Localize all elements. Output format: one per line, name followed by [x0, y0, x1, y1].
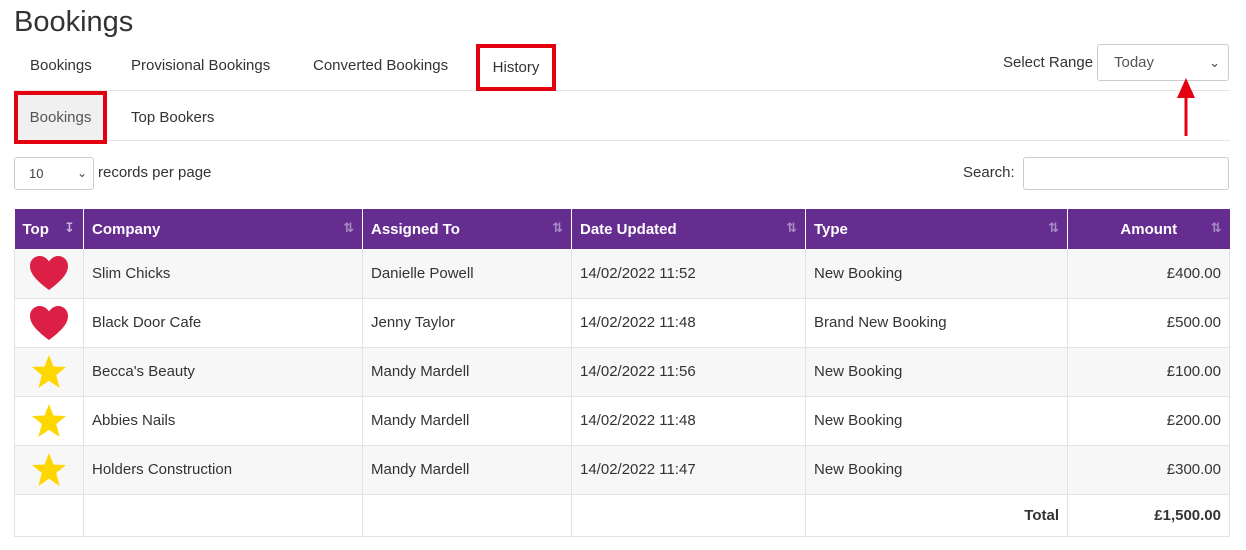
company-cell: Abbies Nails: [83, 396, 363, 446]
assigned-cell: Mandy Mardell: [362, 396, 572, 446]
top-cell: [14, 347, 84, 397]
table-row[interactable]: Abbies Nails Mandy Mardell 14/02/2022 11:4…: [14, 396, 1230, 446]
per-page-value: 10: [29, 166, 44, 181]
star-icon: [32, 403, 66, 437]
company-cell: Slim Chicks: [83, 249, 363, 299]
sort-icon: ⇅: [1210, 220, 1222, 235]
table-row[interactable]: Slim Chicks Danielle Powell 14/02/2022 11:…: [14, 249, 1230, 299]
table-row[interactable]: Black Door Cafe Jenny Taylor 14/02/2022 11…: [14, 298, 1230, 348]
amount-cell: £500.00: [1067, 298, 1230, 348]
company-cell: Black Door Cafe: [83, 298, 363, 348]
col-type-label: Type: [814, 220, 848, 238]
type-cell: New Booking: [805, 445, 1068, 495]
assigned-cell: Mandy Mardell: [362, 445, 572, 495]
col-company-label: Company: [92, 220, 161, 238]
date-cell: 14/02/2022 11:52: [571, 249, 806, 299]
assigned-cell: Danielle Powell: [362, 249, 572, 299]
date-cell: 14/02/2022 11:48: [571, 298, 806, 348]
sort-icon: ⇅: [552, 220, 563, 235]
amount-cell: £100.00: [1067, 347, 1230, 397]
range-select[interactable]: Today ⌄: [1097, 44, 1229, 81]
total-empty-cell: [83, 494, 363, 537]
sub-tabs: Bookings Top Bookers: [14, 91, 1230, 144]
tab-history-label: History: [492, 59, 540, 76]
date-cell: 14/02/2022 11:48: [571, 396, 806, 446]
date-cell: 14/02/2022 11:47: [571, 445, 806, 495]
range-select-value: Today: [1114, 54, 1155, 71]
table-header-row: Top ↧ Company ⇅ Assigned To ⇅ Date Updated ⇅…: [14, 209, 1230, 249]
assigned-cell: Jenny Taylor: [362, 298, 572, 348]
total-empty-cell: [571, 494, 806, 537]
chevron-down-icon: ⌄: [1209, 55, 1220, 70]
sort-icon: ⇅: [786, 220, 797, 235]
amount-cell: £200.00: [1067, 396, 1230, 446]
table-row[interactable]: Holders Construction Mandy Mardell 14/02/2…: [14, 445, 1230, 495]
subtab-top-bookers[interactable]: Top Bookers: [131, 109, 214, 126]
col-company[interactable]: Company ⇅: [83, 209, 363, 249]
amount-cell: £300.00: [1067, 445, 1230, 495]
type-cell: New Booking: [805, 396, 1068, 446]
subtab-bookings[interactable]: Bookings: [14, 91, 107, 144]
amount-cell: £400.00: [1067, 249, 1230, 299]
type-cell: New Booking: [805, 347, 1068, 397]
bookings-table: Top ↧ Company ⇅ Assigned To ⇅ Date Updated ⇅…: [14, 209, 1230, 537]
date-cell: 14/02/2022 11:56: [571, 347, 806, 397]
star-icon: [32, 452, 66, 486]
chevron-down-icon: ⌄: [76, 166, 87, 180]
company-cell: Becca's Beauty: [83, 347, 363, 397]
col-top[interactable]: Top ↧: [14, 209, 84, 249]
tab-converted-bookings[interactable]: Converted Bookings: [313, 57, 448, 74]
col-date-label: Date Updated: [580, 220, 677, 238]
col-top-label: Top: [22, 220, 49, 238]
col-amount[interactable]: Amount ⇅: [1067, 209, 1230, 249]
col-assigned-label: Assigned To: [371, 220, 460, 238]
sort-desc-icon: ↧: [64, 220, 75, 235]
subtab-bookings-label: Bookings: [29, 109, 92, 126]
top-cell: [14, 445, 84, 495]
sort-icon: ⇅: [1048, 220, 1059, 235]
col-type[interactable]: Type ⇅: [805, 209, 1068, 249]
assigned-cell: Mandy Mardell: [362, 347, 572, 397]
company-cell: Holders Construction: [83, 445, 363, 495]
total-label: Total: [805, 494, 1068, 537]
heart-icon: [30, 256, 68, 291]
type-cell: New Booking: [805, 249, 1068, 299]
search-label: Search:: [963, 164, 1015, 181]
col-date-updated[interactable]: Date Updated ⇅: [571, 209, 806, 249]
table-row[interactable]: Becca's Beauty Mandy Mardell 14/02/2022 11…: [14, 347, 1230, 397]
star-icon: [32, 354, 66, 388]
total-empty-cell: [14, 494, 84, 537]
col-assigned-to[interactable]: Assigned To ⇅: [362, 209, 572, 249]
records-per-page-select[interactable]: 10 ⌄: [14, 157, 94, 190]
top-cell: [14, 249, 84, 299]
total-value: £1,500.00: [1067, 494, 1230, 537]
page-title: Bookings: [14, 6, 134, 38]
tab-bookings[interactable]: Bookings: [30, 57, 92, 74]
per-page-label: records per page: [98, 164, 212, 181]
type-cell: Brand New Booking: [805, 298, 1068, 348]
tab-history[interactable]: History: [476, 44, 556, 91]
top-cell: [14, 396, 84, 446]
search-input[interactable]: [1023, 157, 1229, 190]
heart-icon: [30, 305, 68, 340]
col-amount-label: Amount: [1120, 220, 1178, 238]
sort-icon: ⇅: [343, 220, 354, 235]
top-cell: [14, 298, 84, 348]
table-total-row: Total £1,500.00: [14, 494, 1230, 537]
select-range-label: Select Range: [1003, 54, 1094, 71]
total-empty-cell: [362, 494, 572, 537]
tab-provisional-bookings[interactable]: Provisional Bookings: [131, 57, 270, 74]
